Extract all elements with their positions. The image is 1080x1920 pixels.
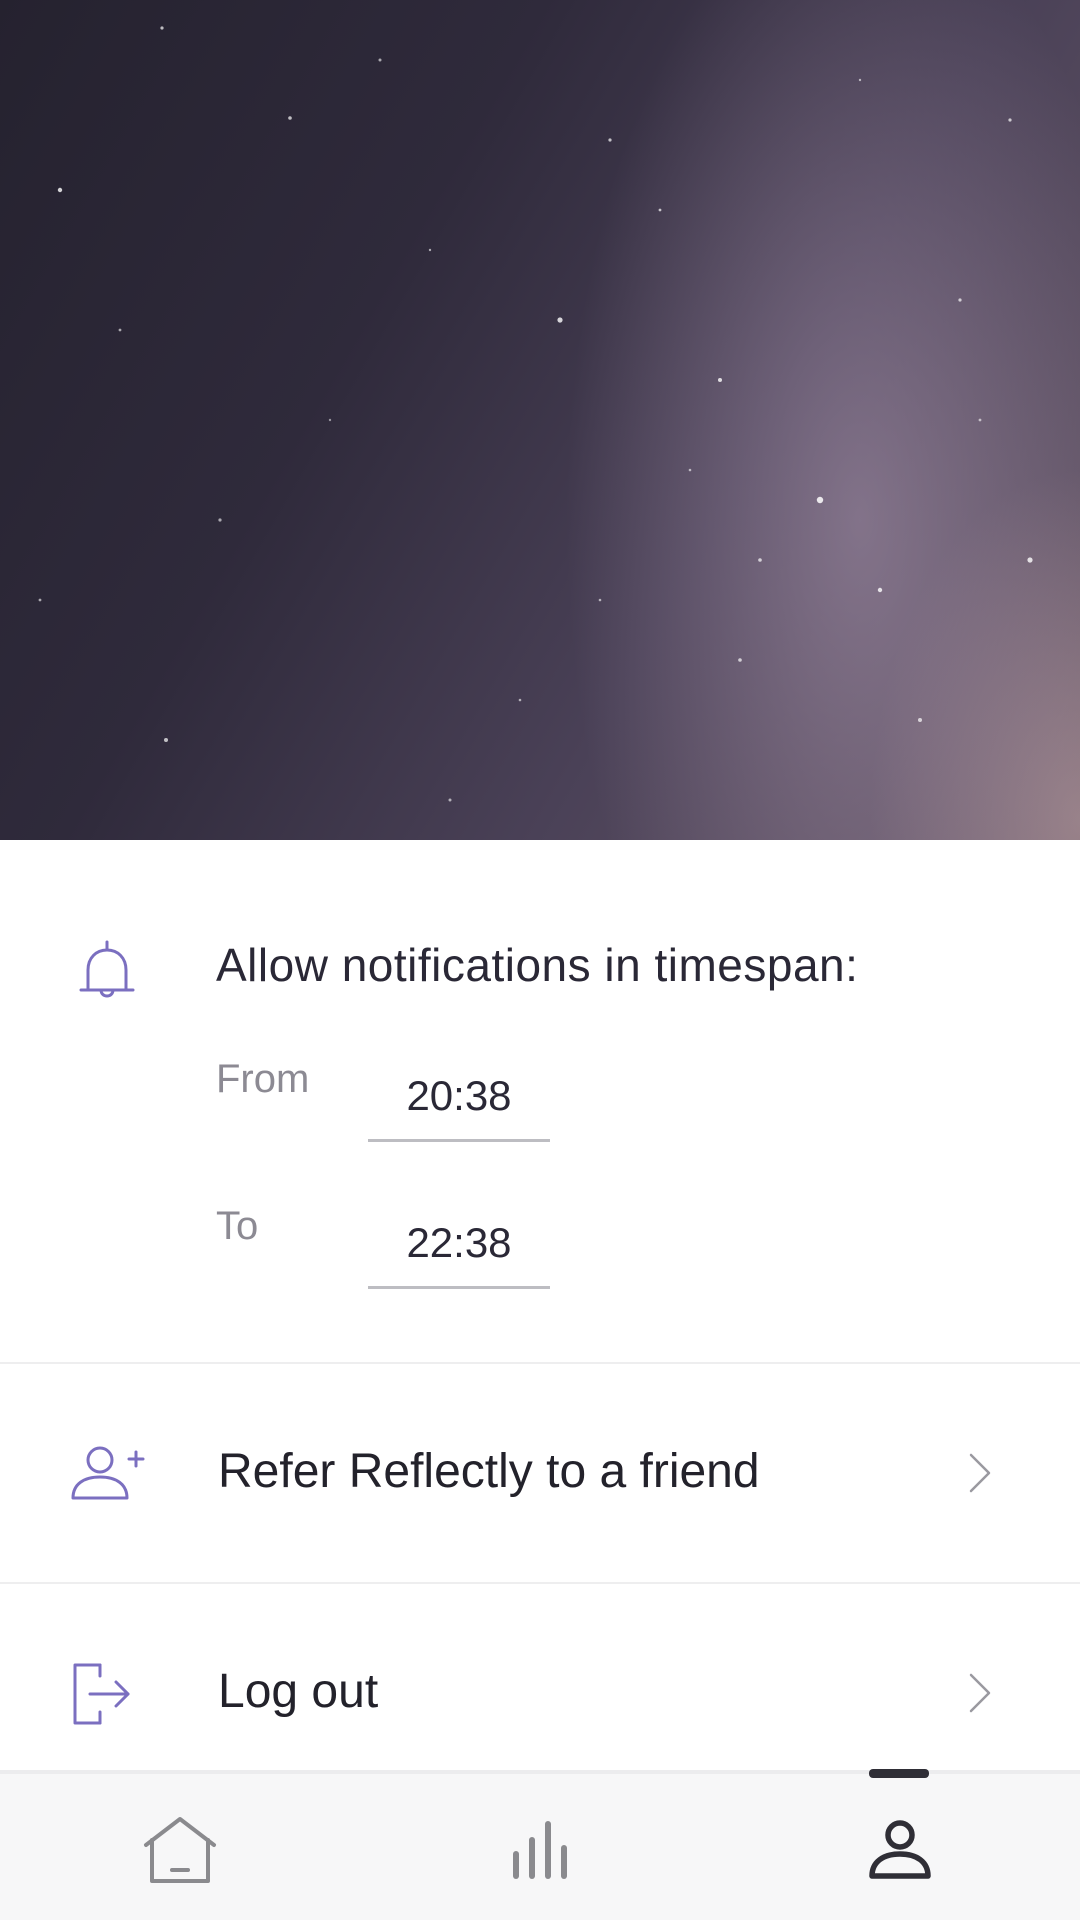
active-tab-indicator	[869, 1769, 929, 1778]
to-label: To	[216, 1204, 259, 1248]
from-label: From	[216, 1057, 310, 1101]
profile-icon	[869, 1820, 931, 1879]
chevron-right-icon	[969, 1673, 991, 1713]
from-time-field[interactable]: 20:38	[368, 1052, 550, 1142]
hero-starfield-image	[0, 0, 1080, 840]
add-user-icon	[71, 1446, 145, 1500]
chevron-right-icon	[969, 1453, 991, 1493]
home-icon	[144, 1817, 216, 1883]
refer-friend-row[interactable]: Refer Reflectly to a friend	[0, 1364, 1080, 1582]
nav-profile[interactable]	[840, 1800, 960, 1900]
logout-label: Log out	[218, 1665, 379, 1718]
notifications-title: Allow notifications in timespan:	[216, 939, 859, 991]
to-time-field[interactable]: 22:38	[368, 1199, 550, 1289]
stats-icon	[513, 1821, 567, 1879]
stars	[38, 26, 1033, 802]
nav-home[interactable]	[120, 1800, 240, 1900]
refer-friend-label: Refer Reflectly to a friend	[218, 1445, 760, 1498]
bell-icon	[79, 940, 135, 998]
logout-icon	[73, 1663, 130, 1725]
nav-stats[interactable]	[480, 1800, 600, 1900]
